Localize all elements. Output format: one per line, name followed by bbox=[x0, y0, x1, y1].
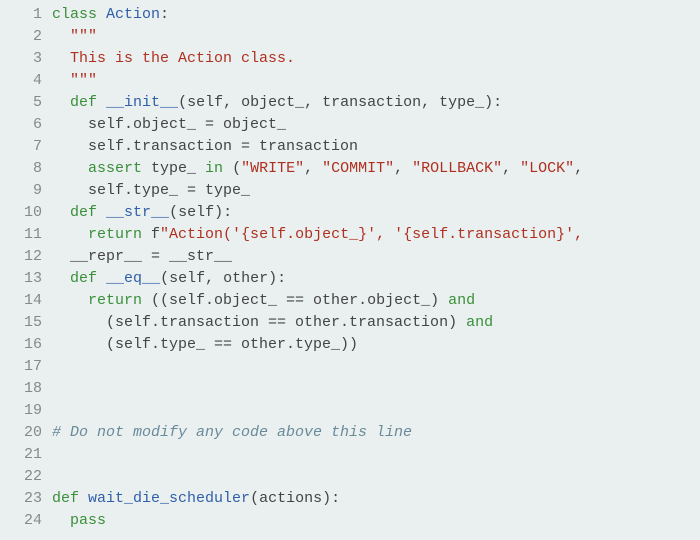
line-number: 16 bbox=[0, 334, 42, 356]
line-number: 4 bbox=[0, 70, 42, 92]
line-number: 20 bbox=[0, 422, 42, 444]
code-line: self.type_ = type_ bbox=[52, 180, 700, 202]
line-number: 8 bbox=[0, 158, 42, 180]
line-number: 5 bbox=[0, 92, 42, 114]
line-number: 10 bbox=[0, 202, 42, 224]
code-line bbox=[52, 466, 700, 488]
code-line: def __str__(self): bbox=[52, 202, 700, 224]
code-line bbox=[52, 444, 700, 466]
line-number: 19 bbox=[0, 400, 42, 422]
code-line: def __init__(self, object_, transaction,… bbox=[52, 92, 700, 114]
line-number: 22 bbox=[0, 466, 42, 488]
line-number: 13 bbox=[0, 268, 42, 290]
code-line bbox=[52, 356, 700, 378]
code-editor: 123456789101112131415161718192021222324 … bbox=[0, 0, 700, 532]
line-number: 24 bbox=[0, 510, 42, 532]
code-line: (self.transaction == other.transaction) … bbox=[52, 312, 700, 334]
line-number: 6 bbox=[0, 114, 42, 136]
code-line: self.object_ = object_ bbox=[52, 114, 700, 136]
line-number: 7 bbox=[0, 136, 42, 158]
code-line: def wait_die_scheduler(actions): bbox=[52, 488, 700, 510]
code-line: return ((self.object_ == other.object_) … bbox=[52, 290, 700, 312]
line-number: 3 bbox=[0, 48, 42, 70]
code-line: def __eq__(self, other): bbox=[52, 268, 700, 290]
line-number: 9 bbox=[0, 180, 42, 202]
code-line bbox=[52, 378, 700, 400]
line-number: 23 bbox=[0, 488, 42, 510]
line-number: 14 bbox=[0, 290, 42, 312]
code-line: (self.type_ == other.type_)) bbox=[52, 334, 700, 356]
line-number: 1 bbox=[0, 4, 42, 26]
line-number: 2 bbox=[0, 26, 42, 48]
code-line: __repr__ = __str__ bbox=[52, 246, 700, 268]
code-line: self.transaction = transaction bbox=[52, 136, 700, 158]
code-line: return f"Action('{self.object_}', '{self… bbox=[52, 224, 700, 246]
code-line: class Action: bbox=[52, 4, 700, 26]
code-area[interactable]: class Action: """ This is the Action cla… bbox=[52, 4, 700, 532]
line-number: 12 bbox=[0, 246, 42, 268]
code-line: # Do not modify any code above this line bbox=[52, 422, 700, 444]
line-number: 11 bbox=[0, 224, 42, 246]
line-number: 17 bbox=[0, 356, 42, 378]
line-number: 15 bbox=[0, 312, 42, 334]
code-line: """ bbox=[52, 26, 700, 48]
code-line: This is the Action class. bbox=[52, 48, 700, 70]
code-line bbox=[52, 400, 700, 422]
code-line: """ bbox=[52, 70, 700, 92]
code-line: assert type_ in ("WRITE", "COMMIT", "ROL… bbox=[52, 158, 700, 180]
line-number: 18 bbox=[0, 378, 42, 400]
line-number-gutter: 123456789101112131415161718192021222324 bbox=[0, 4, 52, 532]
code-line: pass bbox=[52, 510, 700, 532]
line-number: 21 bbox=[0, 444, 42, 466]
